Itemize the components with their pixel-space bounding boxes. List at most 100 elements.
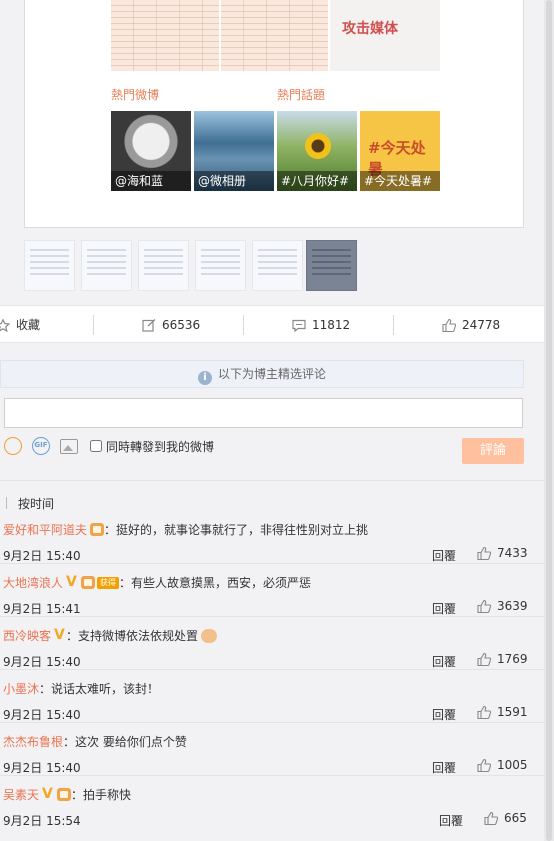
- verified-v-icon: [54, 627, 66, 643]
- comment-username[interactable]: 小墨沐: [3, 680, 39, 697]
- reply-link[interactable]: 回覆: [432, 547, 456, 564]
- member-badge-icon: [57, 788, 72, 801]
- thumbnail[interactable]: [24, 240, 75, 291]
- comment-username[interactable]: 吴素天: [3, 786, 39, 803]
- comment-username[interactable]: 大地湾浪人: [3, 574, 63, 591]
- sunflower-image: [305, 133, 331, 159]
- comment-time: 9月2日 15:41: [3, 602, 81, 616]
- comment-item: 小墨沐 ：说话太难听，该封！ 9月2日 15:40 回覆 1591: [0, 670, 544, 723]
- gif-icon[interactable]: GIF: [32, 437, 50, 455]
- comment-text: ：有些人故意摸黑，西安，必须严惩: [119, 576, 312, 590]
- comment-input[interactable]: [4, 398, 523, 428]
- hot-tiles: @海和蓝 @微相册 #八月你好# #今天处暑 #今天处暑#: [111, 111, 441, 191]
- comment-like-button[interactable]: 7433: [477, 546, 528, 560]
- tile-sea[interactable]: @微相册: [194, 111, 274, 191]
- comment-text: ：拍手称快: [71, 788, 132, 802]
- emoji-icon: [201, 628, 218, 643]
- tile-chushu[interactable]: #今天处暑 #今天处暑#: [360, 111, 440, 191]
- member-badge-icon: [81, 576, 96, 589]
- comment-item: 大地湾浪人 获得 ：有些人故意摸黑，西安，必须严惩 9月2日 15:41 回覆 …: [0, 564, 544, 617]
- comment-list: 爱好和平阿道夫 ：挺好的，就事论事就行了，非得往性别对立上挑 9月2日 15:4…: [0, 511, 544, 829]
- repost-icon: [142, 318, 156, 332]
- comment-time: 9月2日 15:40: [3, 708, 81, 722]
- verified-v-icon: [42, 786, 54, 802]
- document-image-3[interactable]: 攻击媒体: [330, 0, 440, 71]
- hot-weibo-label[interactable]: 熱門微博: [111, 86, 159, 103]
- document-image-1[interactable]: [111, 0, 219, 71]
- submit-comment-button[interactable]: 評論: [462, 438, 524, 464]
- comment-like-count: 1769: [497, 652, 528, 666]
- document-image-2[interactable]: [221, 0, 328, 71]
- comment-username[interactable]: 爱好和平阿道夫: [3, 521, 87, 538]
- repost-button[interactable]: 66536: [142, 306, 200, 344]
- thumbnail[interactable]: [195, 240, 246, 291]
- comment-count: 11812: [312, 318, 351, 332]
- thumbs-up-icon: [477, 546, 491, 560]
- comment-time: 9月2日 15:40: [3, 549, 81, 563]
- reply-link[interactable]: 回覆: [432, 653, 456, 670]
- comment-username[interactable]: 杰杰布鲁根: [3, 733, 63, 750]
- selected-comments-notice: i 以下为博主精选评论: [0, 360, 524, 388]
- tile-portrait[interactable]: @海和蓝: [111, 111, 191, 191]
- divider: [93, 315, 94, 335]
- comment-like-button[interactable]: 665: [484, 811, 527, 825]
- favorite-label: 收藏: [16, 318, 41, 332]
- thumbnail[interactable]: [138, 240, 189, 291]
- tile-sunflower[interactable]: #八月你好#: [277, 111, 357, 191]
- thumbs-up-icon: [477, 758, 491, 772]
- tile-caption: #八月你好#: [277, 171, 357, 191]
- sync-repost-checkbox[interactable]: [90, 440, 102, 452]
- comment-like-count: 3639: [497, 599, 528, 613]
- comment-like-count: 665: [504, 811, 527, 825]
- emoji-icon[interactable]: [4, 437, 22, 455]
- favorite-button[interactable]: 收藏: [0, 306, 40, 344]
- reply-link[interactable]: 回覆: [432, 600, 456, 617]
- thumbnail[interactable]: [306, 240, 357, 291]
- hot-topic-label[interactable]: 熱門話題: [277, 86, 325, 103]
- comments-panel: i 以下为博主精选评论 GIF 同時轉發到我的微博 評論 按时间 爱好和平阿道夫 …: [0, 343, 544, 841]
- scrollbar-thumb[interactable]: [546, 0, 552, 841]
- comment-icon: [292, 319, 306, 332]
- verified-v-icon: [66, 574, 78, 590]
- comment-like-button[interactable]: 1591: [477, 705, 528, 719]
- tile-caption: @海和蓝: [111, 171, 191, 191]
- member-badge-icon: [90, 523, 105, 536]
- comment-time: 9月2日 15:54: [3, 814, 81, 828]
- sync-repost-option[interactable]: 同時轉發到我的微博: [90, 438, 214, 455]
- divider: [393, 315, 394, 335]
- sort-by-time[interactable]: 按时间: [6, 495, 54, 512]
- comment-username[interactable]: 西冷映客: [3, 627, 51, 644]
- comment-like-button[interactable]: 1005: [477, 758, 528, 772]
- reply-link[interactable]: 回覆: [439, 812, 463, 829]
- thumbs-up-icon: [477, 705, 491, 719]
- thumbnail[interactable]: [252, 240, 303, 291]
- image-thumbnail-strip: [24, 240, 360, 292]
- reply-link[interactable]: 回覆: [432, 706, 456, 723]
- comment-button[interactable]: 11812: [292, 306, 350, 344]
- star-icon: [0, 318, 10, 332]
- divider: [0, 480, 544, 481]
- like-button[interactable]: 24778: [442, 306, 500, 344]
- comment-time: 9月2日 15:40: [3, 761, 81, 775]
- repost-count: 66536: [162, 318, 201, 332]
- image-upload-icon[interactable]: [60, 438, 78, 454]
- comment-item: 西冷映客 ：支持微博依法依规处置 9月2日 15:40 回覆 1769: [0, 617, 544, 670]
- sync-repost-label: 同時轉發到我的微博: [106, 439, 215, 454]
- reply-link[interactable]: 回覆: [432, 759, 456, 776]
- thumbnail[interactable]: [81, 240, 132, 291]
- thumbs-up-icon: [477, 652, 491, 666]
- achievement-tag: 获得: [97, 576, 120, 589]
- comment-item: 吴素天 ：拍手称快 9月2日 15:54 回覆 665: [0, 776, 544, 829]
- thumbs-up-icon: [484, 811, 498, 825]
- post-action-bar: 收藏 66536 11812 24778: [0, 305, 544, 343]
- comment-toolbar: GIF 同時轉發到我的微博: [4, 436, 214, 456]
- tile-caption: @微相册: [194, 171, 274, 191]
- comment-time: 9月2日 15:40: [3, 655, 81, 669]
- comment-like-button[interactable]: 3639: [477, 599, 528, 613]
- info-icon: i: [197, 371, 212, 385]
- notice-text: 以下为博主精选评论: [217, 367, 326, 381]
- comment-like-count: 1591: [497, 705, 528, 719]
- page-scrollbar[interactable]: [544, 0, 554, 841]
- comment-like-button[interactable]: 1769: [477, 652, 528, 666]
- comment-text: ：这次 要给你们点个赞: [63, 735, 187, 749]
